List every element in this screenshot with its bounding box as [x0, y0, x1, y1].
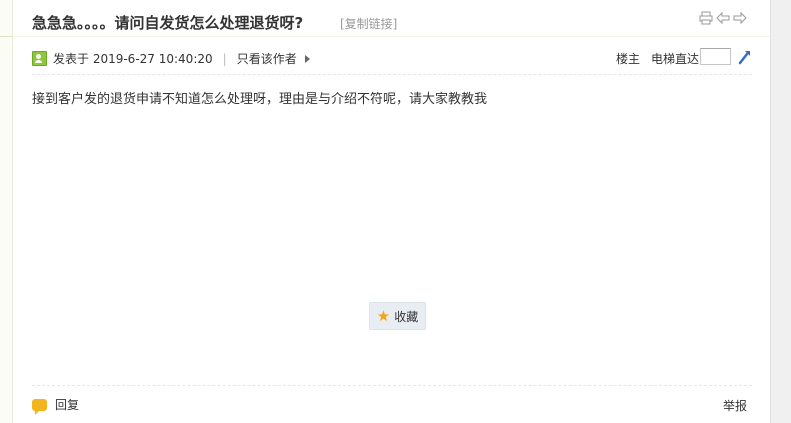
reply-button[interactable]: 回复: [32, 396, 80, 415]
star-icon: ★: [376, 306, 391, 325]
favorite-button[interactable]: ★ 收藏: [369, 302, 426, 330]
meta-divider: [32, 74, 752, 76]
reply-bubble-icon: [32, 398, 47, 415]
post-content: 接到客户发的退货申请不知道怎么处理呀，理由是与介绍不符呢，请大家教教我: [32, 92, 488, 107]
copy-link-button[interactable]: [复制链接]: [340, 15, 397, 32]
favorite-label: 收藏: [394, 309, 419, 324]
post-meta: 发表于 2019-6-27 10:40:20 | 只看该作者: [32, 50, 310, 67]
go-arrow-icon[interactable]: [738, 49, 752, 65]
left-divider: [0, 36, 12, 37]
thread-tools: [699, 11, 747, 25]
post-time: 发表于 2019-6-27 10:40:20: [53, 52, 213, 66]
only-author-link[interactable]: 只看该作者: [237, 50, 297, 67]
elevator-label: 电梯直达: [651, 52, 700, 66]
thread-title: 急急急。。。。请问自发货怎么处理退货呀?: [32, 14, 304, 32]
floor-label: 楼主: [616, 52, 641, 66]
meta-separator: |: [222, 51, 227, 66]
post-footer-divider: [32, 385, 752, 386]
floor-jump-input[interactable]: [700, 48, 731, 65]
right-scroll-area[interactable]: [770, 0, 791, 423]
header-divider: [13, 36, 770, 37]
prev-thread-icon[interactable]: [716, 11, 730, 25]
left-border: [0, 0, 13, 423]
report-link[interactable]: 举报: [723, 397, 747, 414]
arrow-right-icon: [304, 54, 310, 63]
next-thread-icon[interactable]: [733, 11, 747, 25]
reply-label: 回复: [55, 398, 80, 412]
online-user-icon: [32, 51, 47, 66]
print-icon[interactable]: [699, 11, 713, 25]
